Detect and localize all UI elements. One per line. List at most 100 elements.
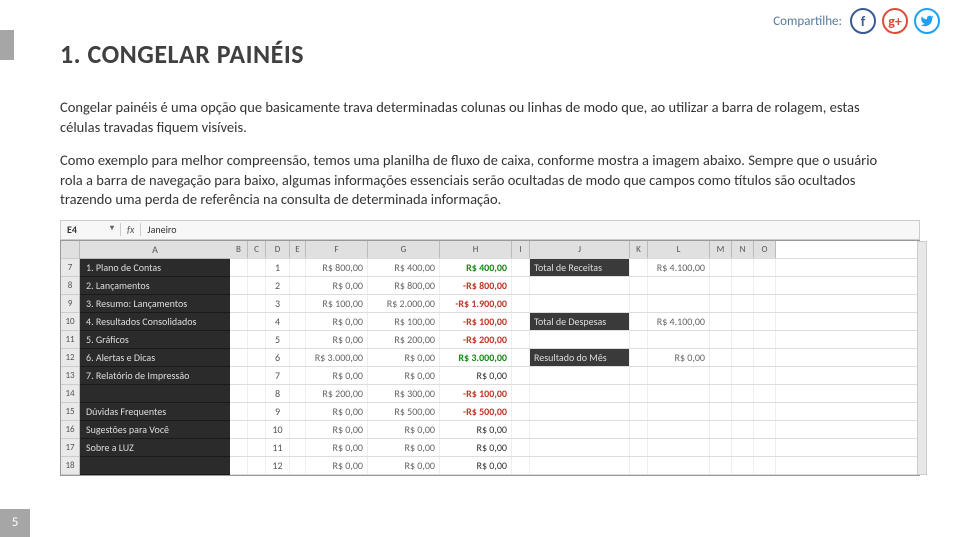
cell[interactable]: R$ 200,00 xyxy=(306,385,368,402)
cell[interactable] xyxy=(512,295,530,312)
cell[interactable] xyxy=(630,421,648,438)
cell[interactable] xyxy=(710,367,732,384)
cell[interactable] xyxy=(248,457,266,474)
summary-value[interactable] xyxy=(648,457,710,474)
cell-balance[interactable]: -R$ 100,00 xyxy=(440,385,512,402)
summary-label[interactable] xyxy=(530,295,630,312)
cell[interactable]: 4 xyxy=(266,313,290,330)
col-header[interactable]: E xyxy=(290,241,306,258)
cell-balance[interactable]: R$ 400,00 xyxy=(440,259,512,276)
cell[interactable]: 7 xyxy=(266,367,290,384)
cell[interactable] xyxy=(248,259,266,276)
cell[interactable]: 9 xyxy=(266,403,290,420)
cell-balance[interactable]: -R$ 200,00 xyxy=(440,331,512,348)
cell[interactable] xyxy=(710,385,732,402)
row-header[interactable]: 8 xyxy=(61,277,79,295)
cell[interactable] xyxy=(290,421,306,438)
summary-label[interactable] xyxy=(530,421,630,438)
col-header[interactable]: D xyxy=(266,241,290,258)
summary-label[interactable] xyxy=(530,457,630,474)
cell[interactable] xyxy=(290,277,306,294)
cell[interactable]: R$ 800,00 xyxy=(368,277,440,294)
cell[interactable] xyxy=(754,331,776,348)
menu-item[interactable]: Sobre a LUZ xyxy=(80,439,230,457)
cell[interactable] xyxy=(512,259,530,276)
cell[interactable] xyxy=(630,403,648,420)
row-header[interactable]: 7 xyxy=(61,259,79,277)
cell[interactable]: R$ 500,00 xyxy=(368,403,440,420)
formula-value[interactable]: Janeiro xyxy=(141,223,182,236)
cell[interactable]: 2 xyxy=(266,277,290,294)
cell[interactable]: 5 xyxy=(266,331,290,348)
cell[interactable] xyxy=(732,277,754,294)
cell-balance[interactable]: -R$ 100,00 xyxy=(440,313,512,330)
cell[interactable]: R$ 300,00 xyxy=(368,385,440,402)
menu-item[interactable]: 2. Lançamentos xyxy=(80,277,230,295)
cell[interactable]: 3 xyxy=(266,295,290,312)
cell[interactable]: R$ 0,00 xyxy=(368,439,440,456)
cell-balance[interactable]: R$ 0,00 xyxy=(440,421,512,438)
col-header[interactable]: B xyxy=(230,241,248,258)
cell[interactable] xyxy=(290,439,306,456)
summary-value[interactable] xyxy=(648,331,710,348)
cell[interactable]: R$ 400,00 xyxy=(368,259,440,276)
summary-label[interactable]: Resultado do Mês xyxy=(530,349,630,366)
cell[interactable] xyxy=(754,259,776,276)
cell[interactable] xyxy=(230,457,248,474)
menu-item[interactable]: 4. Resultados Consolidados xyxy=(80,313,230,331)
cell[interactable] xyxy=(230,385,248,402)
cell[interactable] xyxy=(230,403,248,420)
cell[interactable] xyxy=(230,439,248,456)
cell[interactable] xyxy=(248,421,266,438)
cell[interactable]: R$ 0,00 xyxy=(368,457,440,474)
cell[interactable] xyxy=(512,421,530,438)
cell[interactable] xyxy=(732,331,754,348)
cell[interactable] xyxy=(248,277,266,294)
summary-label[interactable] xyxy=(530,439,630,456)
cell[interactable]: R$ 0,00 xyxy=(306,331,368,348)
cell[interactable]: 11 xyxy=(266,439,290,456)
cell[interactable] xyxy=(290,367,306,384)
cell[interactable] xyxy=(230,421,248,438)
cell[interactable]: 6 xyxy=(266,349,290,366)
cell[interactable] xyxy=(710,457,732,474)
summary-value[interactable] xyxy=(648,439,710,456)
row-header[interactable]: 10 xyxy=(61,313,79,331)
summary-label[interactable] xyxy=(530,331,630,348)
menu-item[interactable]: 3. Resumo: Lançamentos xyxy=(80,295,230,313)
cell[interactable] xyxy=(512,403,530,420)
facebook-icon[interactable]: f xyxy=(850,8,876,34)
cell[interactable]: R$ 0,00 xyxy=(306,439,368,456)
cell[interactable] xyxy=(230,367,248,384)
cell[interactable] xyxy=(630,295,648,312)
summary-label[interactable]: Total de Receitas xyxy=(530,259,630,276)
cell[interactable] xyxy=(732,421,754,438)
cell[interactable]: R$ 0,00 xyxy=(306,367,368,384)
name-box[interactable]: E4 xyxy=(61,223,121,236)
cell[interactable] xyxy=(754,313,776,330)
cell[interactable] xyxy=(290,313,306,330)
col-header[interactable]: G xyxy=(368,241,440,258)
cell[interactable]: R$ 0,00 xyxy=(306,457,368,474)
cell[interactable] xyxy=(230,313,248,330)
cell[interactable] xyxy=(230,295,248,312)
cell[interactable]: R$ 0,00 xyxy=(306,421,368,438)
row-header[interactable]: 18 xyxy=(61,457,79,475)
col-header[interactable]: K xyxy=(630,241,648,258)
cell[interactable] xyxy=(630,385,648,402)
cell[interactable]: R$ 0,00 xyxy=(306,313,368,330)
cell[interactable] xyxy=(710,403,732,420)
cell[interactable] xyxy=(230,349,248,366)
cell[interactable] xyxy=(290,457,306,474)
menu-item[interactable]: Dúvidas Frequentes xyxy=(80,403,230,421)
menu-item[interactable]: 5. Gráficos xyxy=(80,331,230,349)
cell[interactable] xyxy=(630,367,648,384)
cell[interactable] xyxy=(710,331,732,348)
cell[interactable] xyxy=(732,313,754,330)
cell-balance[interactable]: R$ 0,00 xyxy=(440,367,512,384)
cell[interactable] xyxy=(630,259,648,276)
cell[interactable]: R$ 100,00 xyxy=(368,313,440,330)
cell[interactable] xyxy=(230,277,248,294)
cell[interactable] xyxy=(512,385,530,402)
summary-label[interactable]: Total de Despesas xyxy=(530,313,630,330)
